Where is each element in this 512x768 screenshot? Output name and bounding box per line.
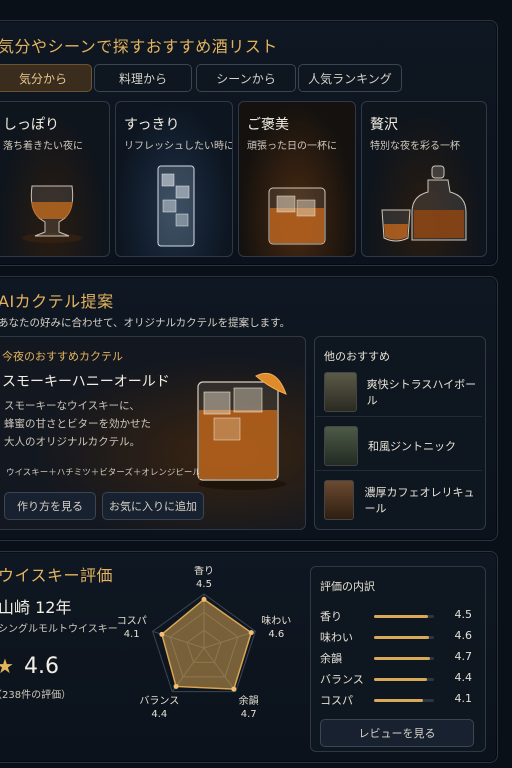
breakdown-value: 4.4 bbox=[454, 671, 473, 684]
breakdown-row: 味わい 4.6 bbox=[320, 629, 472, 647]
mood-card-subtitle: 頑張った日の一杯に bbox=[247, 141, 337, 152]
featured-ingredients: ウイスキー＋ハチミツ＋ビターズ＋オレンジピール bbox=[6, 468, 201, 478]
whisky-category: シングルモルトウイスキー bbox=[0, 624, 118, 635]
breakdown-bar bbox=[374, 636, 434, 639]
breakdown-bar bbox=[374, 699, 434, 702]
radar-point bbox=[231, 686, 237, 692]
mood-card-subtitle: 特別な夜を彩る一杯 bbox=[370, 141, 460, 152]
featured-desc-2: 蜂蜜の甘さとビターを効かせた bbox=[4, 418, 151, 430]
other-item-label: 濃厚カフェオレリキュール bbox=[364, 486, 475, 515]
breakdown-value: 4.7 bbox=[454, 650, 473, 663]
whisky-name: 山崎 12年 bbox=[0, 598, 72, 617]
other-item-cafe-liqueur[interactable]: 濃厚カフェオレリキュール bbox=[316, 476, 482, 524]
breakdown-bar-fill bbox=[374, 615, 428, 618]
other-item-label: 爽快シトラスハイボール bbox=[366, 378, 477, 407]
radar-label: 余韻 bbox=[239, 694, 259, 707]
breakdown-bar bbox=[374, 678, 434, 681]
cocktail-description: あなたの好みに合わせて、オリジナルカクテルを提案します。 bbox=[0, 317, 291, 329]
glencairn-glass-image bbox=[22, 185, 82, 243]
breakdown-value: 4.6 bbox=[454, 629, 473, 642]
radar-label: バランス bbox=[139, 695, 179, 707]
other-recommendations-title: 他のおすすめ bbox=[324, 350, 390, 363]
favorite-button[interactable]: お気に入りに追加 bbox=[102, 492, 204, 520]
mood-section-title: 気分やシーンで探すおすすめ酒リスト bbox=[0, 37, 278, 56]
radar-label: 味わい bbox=[261, 615, 291, 627]
review-count: （238件の評価） bbox=[0, 690, 72, 701]
mood-card-subtitle: 落ち着きたい夜に bbox=[3, 141, 83, 152]
decanter-image bbox=[381, 165, 467, 242]
recipe-button[interactable]: 作り方を見る bbox=[4, 492, 96, 520]
featured-cocktail-name: スモーキーハニーオールド bbox=[2, 374, 170, 390]
featured-desc-3: 大人のオリジナルカクテル。 bbox=[4, 436, 141, 448]
review-button[interactable]: レビューを見る bbox=[320, 719, 474, 747]
mood-card-title: すっきり bbox=[124, 117, 180, 133]
breakdown-bar-fill bbox=[374, 636, 430, 639]
breakdown-label: バランス bbox=[320, 673, 364, 686]
radar-value: 4.5 bbox=[196, 579, 212, 590]
cocktail-section-title: AIカクテル提案 bbox=[0, 292, 114, 311]
tab-ranking[interactable]: 人気ランキング bbox=[298, 64, 402, 92]
breakdown-label: 味わい bbox=[320, 631, 353, 644]
mood-card-shippori[interactable]: しっぽり 落ち着きたい夜に bbox=[0, 101, 110, 257]
radar-point bbox=[201, 596, 207, 602]
radar-value: 4.7 bbox=[241, 709, 257, 720]
breakdown-row: 余韻 4.7 bbox=[320, 650, 472, 668]
breakdown-value: 4.5 bbox=[454, 608, 473, 621]
gin-tonic-thumbnail bbox=[324, 426, 358, 466]
breakdown-value: 4.1 bbox=[454, 692, 473, 705]
breakdown-bar-fill bbox=[374, 657, 431, 660]
tab-scene[interactable]: シーンから bbox=[196, 64, 296, 92]
breakdown-bar-fill bbox=[374, 678, 427, 681]
radar-value: 4.4 bbox=[151, 709, 167, 720]
star-icon: ★ bbox=[0, 654, 14, 678]
featured-label: 今夜のおすすめカクテル bbox=[2, 350, 123, 363]
radar-point bbox=[159, 631, 165, 637]
radar-chart: 香り 4.5 味わい 4.6 余韻 4.7 バランス 4.4 コスパ 4.1 bbox=[118, 566, 291, 720]
other-item-highball[interactable]: 爽快シトラスハイボール bbox=[316, 368, 482, 417]
featured-desc-1: スモーキーなウイスキーに、 bbox=[4, 400, 140, 412]
mood-card-subtitle: リフレッシュしたい時に bbox=[124, 141, 233, 152]
breakdown-label: 余韻 bbox=[320, 652, 342, 665]
highball-glass-image bbox=[157, 165, 195, 247]
breakdown-title: 評価の内訳 bbox=[320, 580, 375, 593]
cafe-liqueur-thumbnail bbox=[324, 480, 355, 520]
radar-value: 4.1 bbox=[124, 629, 140, 640]
other-item-gin-tonic[interactable]: 和風ジントニック bbox=[316, 422, 482, 471]
breakdown-row: バランス 4.4 bbox=[320, 671, 472, 689]
mood-card-title: 贅沢 bbox=[370, 117, 398, 133]
breakdown-bar-fill bbox=[374, 699, 424, 702]
breakdown-bar bbox=[374, 657, 434, 660]
breakdown-row: コスパ 4.1 bbox=[320, 692, 472, 710]
tab-mood[interactable]: 気分から bbox=[0, 64, 92, 92]
breakdown-label: コスパ bbox=[320, 694, 353, 707]
radar-value: 4.6 bbox=[268, 629, 284, 640]
rating-section-title: ウイスキー評価 bbox=[0, 566, 114, 585]
rocks-glass-image bbox=[268, 187, 326, 245]
radar-point bbox=[173, 683, 179, 689]
mood-card-sukkiri[interactable]: すっきり リフレッシュしたい時に bbox=[115, 101, 233, 257]
whisky-score: 4.6 bbox=[24, 654, 59, 679]
highball-thumbnail bbox=[324, 372, 357, 412]
mood-card-title: ご褒美 bbox=[247, 117, 289, 133]
breakdown-bar bbox=[374, 615, 434, 618]
radar-area bbox=[161, 598, 253, 690]
radar-label: コスパ bbox=[118, 615, 147, 627]
breakdown-label: 香り bbox=[320, 610, 342, 623]
mood-card-title: しっぽり bbox=[3, 117, 59, 133]
breakdown-row: 香り 4.5 bbox=[320, 608, 472, 626]
radar-point bbox=[248, 630, 254, 636]
mood-card-gohoubi[interactable]: ご褒美 頑張った日の一杯に bbox=[238, 101, 356, 257]
other-item-label: 和風ジントニック bbox=[368, 440, 456, 453]
radar-label: 香り bbox=[194, 566, 214, 577]
old-fashioned-cocktail-image bbox=[197, 372, 287, 490]
tab-food[interactable]: 料理から bbox=[94, 64, 192, 92]
mood-card-zeitaku[interactable]: 贅沢 特別な夜を彩る一杯 bbox=[361, 101, 487, 257]
